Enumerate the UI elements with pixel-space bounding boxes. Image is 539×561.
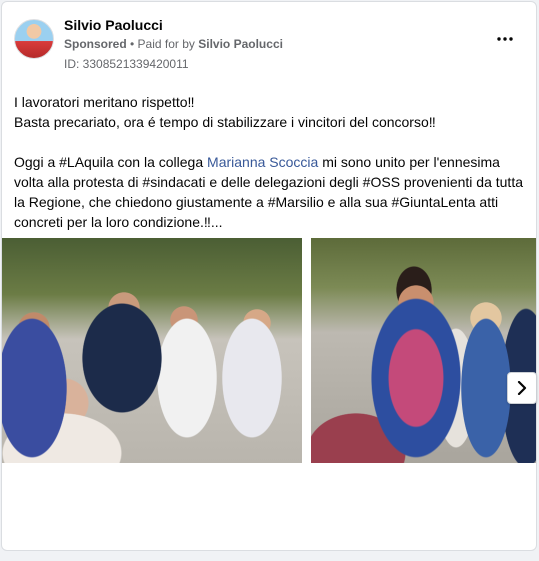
paid-for-name: Silvio Paolucci: [198, 37, 283, 51]
carousel-photo-2[interactable]: [311, 238, 536, 463]
paragraph-text-before: Oggi a #LAquila con la collega: [14, 154, 208, 170]
carousel-next-button[interactable]: [507, 372, 537, 404]
sponsored-line: Sponsored • Paid for by Silvio Paolucci: [64, 37, 283, 51]
post-text-line-1: I lavoratori meritano rispetto‼: [14, 94, 195, 110]
carousel-photo-1[interactable]: [2, 238, 302, 463]
more-options-dots: [497, 37, 513, 41]
post-text: I lavoratori meritano rispetto‼ Basta pr…: [14, 92, 524, 232]
post-text-line-2: Basta precariato, ora é tempo di stabili…: [14, 114, 436, 130]
paid-for-prefix: • Paid for by: [126, 37, 199, 51]
image-carousel[interactable]: [2, 238, 536, 463]
chevron-right-icon: [517, 381, 527, 395]
avatar[interactable]: [14, 19, 54, 59]
author-name[interactable]: Silvio Paolucci: [64, 17, 163, 33]
more-options-icon[interactable]: [494, 32, 516, 46]
ad-card: Silvio Paolucci Sponsored • Paid for by …: [1, 1, 537, 551]
ad-id: ID: 3308521339420011: [64, 57, 189, 71]
mention-link[interactable]: Marianna Scoccia: [207, 154, 318, 170]
post-text-paragraph-2: Oggi a #LAquila con la collega Marianna …: [14, 152, 524, 232]
sponsored-label: Sponsored: [64, 37, 127, 51]
post-header: Silvio Paolucci Sponsored • Paid for by …: [14, 14, 524, 71]
